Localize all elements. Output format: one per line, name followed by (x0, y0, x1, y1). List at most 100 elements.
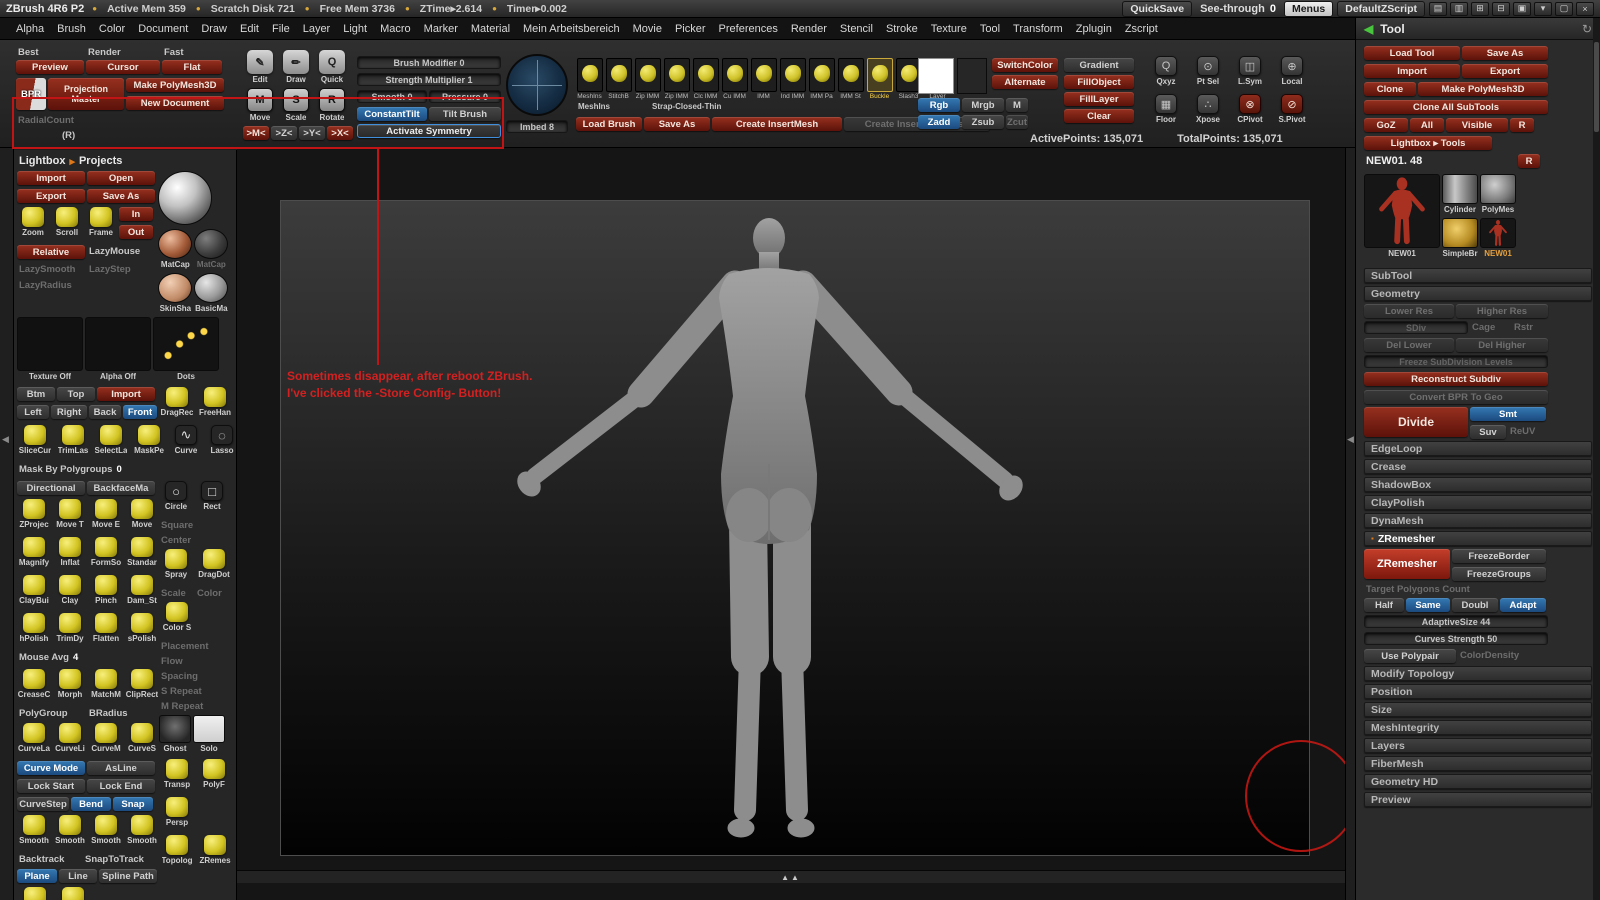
palette-cycle-icon[interactable]: ↻ (1582, 22, 1592, 36)
dragdot-tool[interactable]: DragDot (195, 549, 233, 579)
section-shadowbox[interactable]: ShadowBox (1364, 477, 1592, 492)
persp-tool[interactable]: Persp (159, 797, 195, 827)
back-button[interactable]: Back (89, 405, 121, 419)
menu-macro[interactable]: Macro (374, 21, 417, 37)
trimdy-tool[interactable]: TrimDy (53, 613, 87, 643)
front-button[interactable]: Front (123, 405, 157, 419)
see-through-slider[interactable]: See-through 0 (1196, 3, 1280, 15)
section-position[interactable]: Position (1364, 684, 1592, 699)
half-button[interactable]: Half (1364, 598, 1404, 612)
flat-button[interactable]: Flat (162, 60, 222, 74)
same-button[interactable]: Same (1406, 598, 1450, 612)
current-material-thumb[interactable] (158, 171, 213, 225)
skinsha-thumb[interactable]: SkinSha (158, 273, 193, 313)
edit-tool[interactable]: ✎ Edit (243, 50, 277, 84)
claybui-tool[interactable]: ClayBui (17, 575, 51, 605)
section-fibermesh[interactable]: FiberMesh (1364, 756, 1592, 771)
menu-picker[interactable]: Picker (669, 21, 712, 37)
menu-zplugin[interactable]: Zplugin (1070, 21, 1118, 37)
move-t-tool[interactable]: Move T (53, 499, 87, 529)
section-layers[interactable]: Layers (1364, 738, 1592, 753)
solo-thumbnail[interactable] (193, 715, 225, 743)
brush-cu-imm[interactable]: Cu IMM (721, 58, 748, 100)
inflat-tool[interactable]: Inflat (53, 537, 87, 567)
single-monitor-icon[interactable]: ⊟ (1492, 1, 1510, 16)
menu-preferences[interactable]: Preferences (713, 21, 784, 37)
tool-r-button[interactable]: R (1518, 154, 1540, 168)
interface-layout-icon[interactable]: ▤ (1429, 1, 1447, 16)
default-zscript-button[interactable]: DefaultZScript (1337, 0, 1425, 17)
formso-tool[interactable]: FormSo (89, 537, 123, 567)
section-geometry-hd[interactable]: Geometry HD (1364, 774, 1592, 789)
lock-start-button[interactable]: Lock Start (17, 779, 85, 793)
zremesher-button[interactable]: ZRemesher (1364, 549, 1450, 579)
spray-tool[interactable]: Spray (159, 549, 193, 579)
restore-icon[interactable]: ▢ (1555, 1, 1573, 16)
line-button[interactable]: Line (59, 869, 97, 883)
scrollbar-thumb[interactable] (1594, 42, 1599, 132)
dual-monitor-icon[interactable]: ⊞ (1471, 1, 1489, 16)
matcap-thumbnail[interactable] (194, 229, 229, 259)
export-button[interactable]: Export (17, 189, 85, 203)
imbed-8-slider[interactable]: Imbed 8 (506, 120, 568, 133)
zoom-tool[interactable]: Zoom (17, 207, 49, 237)
brush-modifier-0-slider[interactable]: Brush Modifier 0 (357, 56, 501, 69)
l-sym-tool[interactable]: ◫ L.Sym (1230, 56, 1270, 86)
zremes-tool[interactable]: ZRemes (197, 835, 233, 865)
standar-tool[interactable]: Standar (125, 537, 159, 567)
circle-tool[interactable]: ○ Circle (159, 481, 193, 511)
snap-button[interactable]: Snap (113, 797, 153, 811)
menu-file[interactable]: File (266, 21, 296, 37)
new01-thumb[interactable]: NEW01 (1364, 174, 1440, 258)
qxyz-tool[interactable]: Q Qxyz (1146, 56, 1186, 86)
section-zremesher[interactable]: ▪ ZRemesher (1364, 531, 1592, 546)
right-button[interactable]: Right (51, 405, 87, 419)
mask-by-polygroups-slider[interactable]: Mask By Polygroups 0 (17, 463, 124, 476)
bottom-tray-handle-icon[interactable]: ▲▲ (781, 873, 801, 882)
brush-zip-imm[interactable]: Zip IMM (663, 58, 690, 100)
suv-button[interactable]: Suv (1470, 425, 1506, 439)
cliprect-tool[interactable]: ClipRect (125, 669, 159, 699)
left-divider-handle-icon[interactable]: ◀ (2, 434, 9, 445)
xpose-tool[interactable]: ∴ Xpose (1188, 94, 1228, 124)
smooth-tool[interactable]: Smooth (53, 815, 87, 845)
curveli-tool[interactable]: CurveLi (53, 723, 87, 753)
brush-meshins[interactable]: MeshIns (576, 58, 603, 100)
ghost-thumbnail[interactable] (159, 715, 191, 743)
menu-color[interactable]: Color (93, 21, 131, 37)
curvestep-button[interactable]: CurveStep (17, 797, 69, 811)
menu-tool[interactable]: Tool (974, 21, 1006, 37)
curve-mode-button[interactable]: Curve Mode (17, 761, 85, 775)
menu-document[interactable]: Document (132, 21, 194, 37)
zprojec-tool[interactable]: ZProjec (17, 499, 51, 529)
menu-stencil[interactable]: Stencil (834, 21, 879, 37)
goz-button[interactable]: GoZ (1364, 118, 1408, 132)
spolish-tool[interactable]: sPolish (125, 613, 159, 643)
move-tool[interactable]: Move (125, 499, 159, 529)
menu-texture[interactable]: Texture (925, 21, 973, 37)
projects-button[interactable]: Projects (79, 155, 122, 167)
matcap-thumb[interactable]: MatCap (158, 229, 193, 269)
lock-end-button[interactable]: Lock End (87, 779, 155, 793)
load-brush-button[interactable]: Load Brush (576, 117, 642, 131)
selectla-tool[interactable]: SelectLa (93, 425, 129, 455)
floor-tool[interactable]: ▦ Floor (1146, 94, 1186, 124)
pinch-tool[interactable]: Pinch (89, 575, 123, 605)
alpha-off-thumb[interactable]: Alpha Off (85, 317, 151, 381)
menu-mein-arbeitsbereich[interactable]: Mein Arbeitsbereich (517, 21, 626, 37)
s-pivot-tool[interactable]: ⊘ S.Pivot (1272, 94, 1312, 124)
hpolish-tool[interactable]: hPolish (17, 613, 51, 643)
zadd-button[interactable]: Zadd (918, 115, 960, 129)
plane-button[interactable]: Plane (17, 869, 57, 883)
section-size[interactable]: Size (1364, 702, 1592, 717)
solo-thumb[interactable]: Solo (193, 715, 225, 753)
m-button[interactable]: M (1006, 98, 1028, 112)
smooth-tool[interactable]: Smooth (89, 815, 123, 845)
lock-icon[interactable]: ▣ (1513, 1, 1531, 16)
skinsha-thumbnail[interactable] (158, 273, 193, 303)
menu-light[interactable]: Light (337, 21, 373, 37)
section-edgeloop[interactable]: EdgeLoop (1364, 441, 1592, 456)
preview-button[interactable]: Preview (16, 60, 84, 74)
r-button[interactable]: R (1510, 118, 1534, 132)
sculpt-model-figure[interactable] (505, 212, 1035, 852)
